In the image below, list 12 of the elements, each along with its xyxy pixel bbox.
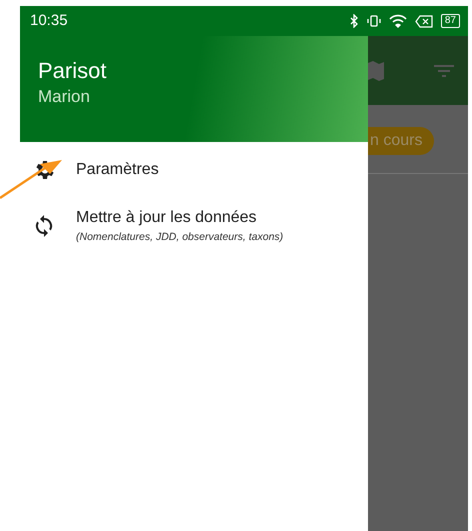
bluetooth-icon [350, 14, 359, 28]
battery-level: 87 [440, 14, 460, 28]
no-sim-icon [414, 14, 433, 28]
wifi-icon [388, 14, 407, 28]
drawer-menu-item[interactable]: Mettre à jour les données (Nomenclatures, JDD, observateurs, taxons) [20, 206, 368, 246]
vibrate-icon [366, 15, 381, 27]
filter-icon [434, 64, 454, 76]
status-chip: n cours [368, 127, 434, 155]
clock-time: 10:35 [30, 10, 68, 31]
user-last-name: Parisot [38, 58, 108, 84]
map-icon [368, 60, 384, 80]
user-first-name: Marion [38, 86, 91, 108]
